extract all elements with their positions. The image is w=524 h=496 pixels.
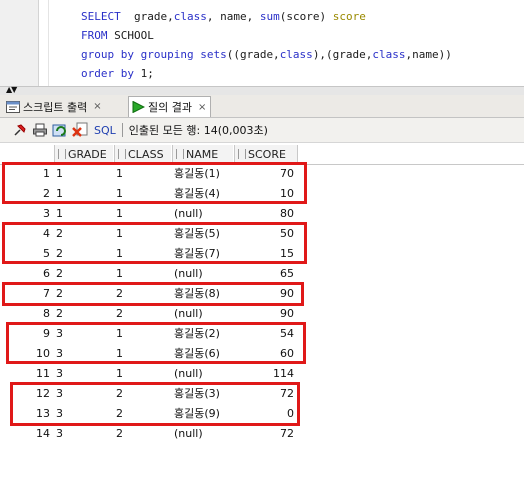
tab-query-result[interactable]: 질의 결과 × (128, 96, 212, 117)
panel-splitter[interactable] (0, 86, 524, 95)
script-output-icon (6, 100, 20, 113)
code-token: class (173, 10, 207, 23)
result-tab-bar: 스크립트 출력 × 질의 결과 × (0, 95, 524, 118)
code-line[interactable]: group by grouping sets((grade,class),(gr… (81, 46, 452, 64)
column-label: CLASS (128, 147, 164, 161)
highlight-box (10, 382, 300, 426)
code-token: sum (259, 10, 280, 23)
pin-icon[interactable] (12, 122, 28, 138)
cell-score[interactable]: 80 (234, 204, 294, 224)
cell-score[interactable]: 72 (234, 424, 294, 444)
cell-grade[interactable]: 1 (56, 204, 63, 224)
column-header-class[interactable]: CLASS (114, 145, 171, 163)
column-header-grade[interactable]: GRADE (54, 145, 113, 163)
highlight-box (2, 222, 307, 264)
cell-grade[interactable]: 3 (56, 424, 63, 444)
table-row[interactable]: 8 2 2 (null) 90 (0, 304, 524, 324)
highlight-box (2, 162, 307, 204)
run-triangle-icon (131, 100, 146, 114)
code-token: class (372, 48, 406, 61)
code-token: FROM (81, 29, 108, 42)
column-header-score[interactable]: SCORE (234, 145, 298, 163)
cell-class[interactable]: 2 (116, 424, 123, 444)
row-number[interactable]: 6 (0, 264, 50, 284)
close-icon[interactable]: × (93, 101, 101, 112)
editor-gutter (0, 0, 38, 86)
row-number[interactable]: 11 (0, 364, 50, 384)
tab-label: 질의 결과 (148, 101, 192, 114)
refresh-icon[interactable] (52, 122, 68, 138)
cell-name[interactable]: (null) (174, 264, 203, 284)
column-label: GRADE (68, 147, 107, 161)
result-toolbar: SQL 인출된 모든 행: 14(0,003초) (0, 118, 524, 143)
cell-class[interactable]: 1 (116, 264, 123, 284)
code-token: score (332, 10, 366, 23)
cell-name[interactable]: (null) (174, 424, 203, 444)
code-token: SCHOOL (107, 29, 154, 42)
column-label: NAME (186, 147, 219, 161)
code-token: grade, (120, 10, 174, 23)
cell-name[interactable]: (null) (174, 304, 203, 324)
toolbar-separator (121, 123, 123, 137)
tab-script-output[interactable]: 스크립트 출력 × (6, 97, 102, 116)
clear-icon[interactable] (72, 122, 88, 138)
cell-name[interactable]: (null) (174, 204, 203, 224)
cell-class[interactable]: 1 (116, 364, 123, 384)
code-token: ((grade, (226, 48, 280, 61)
code-line[interactable]: SELECT grade,class, name, sum(score) sco… (81, 8, 366, 26)
row-number[interactable]: 8 (0, 304, 50, 324)
highlight-box (2, 282, 304, 306)
column-header-name[interactable]: NAME (172, 145, 233, 163)
sort-icon (58, 149, 66, 159)
sort-icon (238, 149, 246, 159)
code-token: 1; (133, 67, 154, 80)
table-row[interactable]: 6 2 1 (null) 65 (0, 264, 524, 284)
cell-score[interactable]: 114 (234, 364, 294, 384)
row-number[interactable]: 14 (0, 424, 50, 444)
code-token: (score) (279, 10, 333, 23)
code-line[interactable]: FROM SCHOOL (81, 27, 154, 45)
sort-icon (118, 149, 126, 159)
code-token: SELECT (81, 10, 121, 23)
highlight-box (6, 322, 306, 364)
cell-name[interactable]: (null) (174, 364, 203, 384)
cell-grade[interactable]: 3 (56, 364, 63, 384)
sql-button[interactable]: SQL (94, 124, 116, 137)
print-icon[interactable] (32, 122, 48, 138)
table-row[interactable]: 11 3 1 (null) 114 (0, 364, 524, 384)
sort-icon (176, 149, 184, 159)
fetch-status: 인출된 모든 행: 14(0,003초) (128, 124, 268, 137)
column-label: SCORE (248, 147, 286, 161)
cell-grade[interactable]: 2 (56, 304, 63, 324)
table-row[interactable]: 3 1 1 (null) 80 (0, 204, 524, 224)
code-token: class (279, 48, 313, 61)
code-token: order by (81, 67, 134, 80)
cell-class[interactable]: 1 (116, 204, 123, 224)
cell-score[interactable]: 65 (234, 264, 294, 284)
code-token: ),(grade, (312, 48, 373, 61)
code-line[interactable]: order by 1; (81, 65, 154, 83)
code-token: group by grouping sets (81, 48, 227, 61)
cell-score[interactable]: 90 (234, 304, 294, 324)
code-token: ,name)) (405, 48, 452, 61)
sql-editor[interactable]: SELECT grade,class, name, sum(score) sco… (0, 0, 524, 86)
table-row[interactable]: 14 3 2 (null) 72 (0, 424, 524, 444)
result-grid: GRADE CLASS NAME SCORE 1 1 1 홍길동(1) 70 2 1 1 홍길동… (0, 144, 524, 496)
fold-divider (48, 0, 49, 86)
close-icon[interactable]: × (198, 102, 206, 113)
splitter-arrows-icon[interactable]: ▲▼ (6, 86, 17, 94)
code-token: , name, (206, 10, 260, 23)
cell-class[interactable]: 2 (116, 304, 123, 324)
tab-label: 스크립트 출력 (23, 100, 88, 114)
cell-grade[interactable]: 2 (56, 264, 63, 284)
gutter-divider (38, 0, 39, 86)
row-number[interactable]: 3 (0, 204, 50, 224)
